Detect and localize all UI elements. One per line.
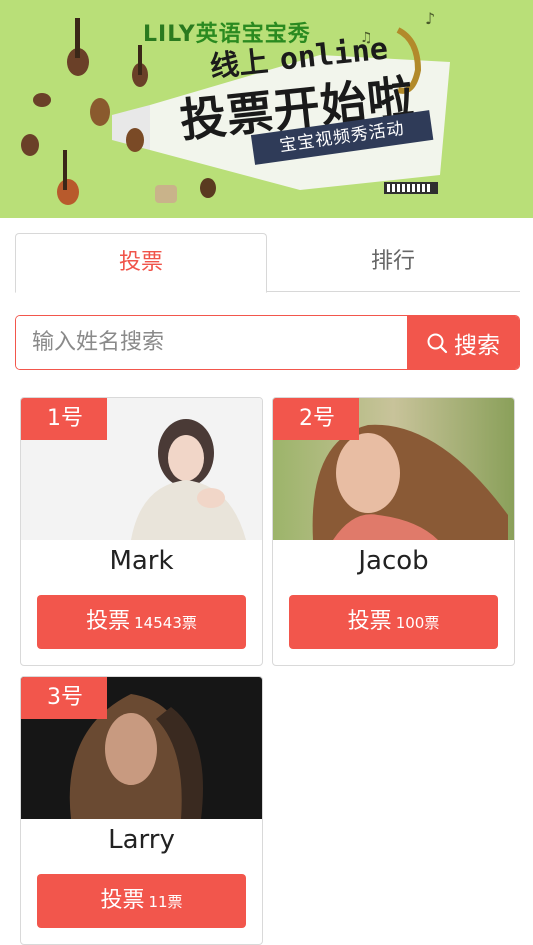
vote-count: 11票 (148, 893, 183, 911)
search-button-label: 搜索 (454, 332, 500, 359)
candidate-number-badge: 3号 (21, 677, 107, 719)
candidate-number-badge: 2号 (273, 398, 359, 440)
search-input[interactable] (16, 316, 407, 369)
candidate-name: Jacob (358, 546, 429, 576)
vote-count: 14543票 (134, 614, 197, 632)
search-icon (427, 333, 448, 353)
tab-vote[interactable]: 投票 (15, 233, 267, 293)
vote-button[interactable]: 投票 14543票 (37, 595, 246, 649)
vote-button[interactable]: 投票 11票 (37, 874, 246, 928)
candidate-number-badge: 1号 (21, 398, 107, 440)
tab-bar: 投票 排行 (15, 233, 520, 293)
candidate-name: Larry (108, 825, 175, 855)
search-button[interactable]: 搜索 (407, 316, 519, 369)
candidate-name: Mark (109, 546, 174, 576)
vote-button-label: 投票 (86, 609, 131, 634)
vote-button-label: 投票 (100, 888, 145, 913)
tab-ranking[interactable]: 排行 (267, 233, 519, 292)
candidate-card[interactable]: 3号 Larry 投票 11票 (20, 676, 263, 945)
vote-button-label: 投票 (347, 609, 392, 634)
vote-count: 100票 (395, 614, 440, 632)
candidate-card[interactable]: 2号 Jacob 投票 100票 (272, 397, 515, 666)
candidate-card[interactable]: 1号 Mark 投票 14543票 (20, 397, 263, 666)
search-bar: 搜索 (15, 315, 520, 370)
vote-button[interactable]: 投票 100票 (289, 595, 498, 649)
event-banner: ♪ ♫ LILY英语宝宝秀 线上 online 投票开始啦 宝宝视频秀活动 (0, 0, 533, 218)
svg-text:♪: ♪ (425, 9, 435, 28)
